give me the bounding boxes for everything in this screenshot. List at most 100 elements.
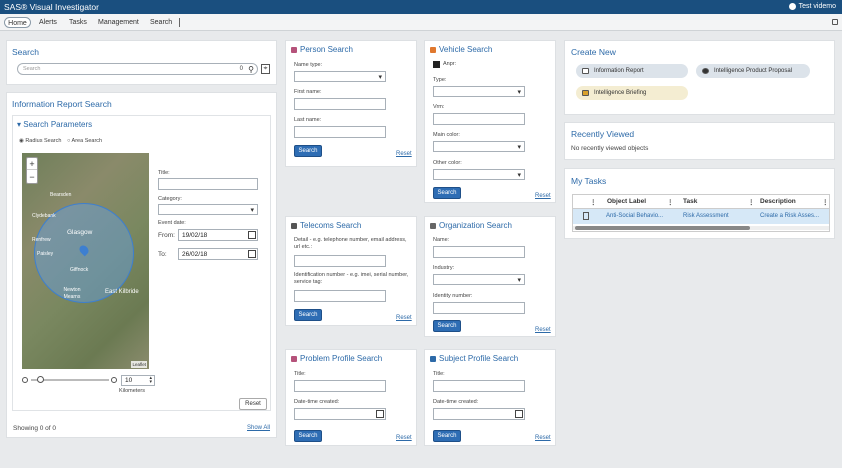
area-search-radio[interactable]: ○ Area Search xyxy=(67,138,102,145)
main-color-label: Main color: xyxy=(433,132,460,138)
search-parameters-label: Search Parameters xyxy=(23,120,93,129)
last-name-input[interactable] xyxy=(294,126,386,138)
kebab-icon[interactable]: ⋮ xyxy=(822,198,829,206)
kebab-icon[interactable]: ⋮ xyxy=(748,198,755,206)
org-name-input[interactable] xyxy=(433,246,525,258)
sp-date-input[interactable] xyxy=(433,408,525,420)
name-type-label: Name type: xyxy=(294,62,323,68)
report-search-panel: Information Report Search ▾ Search Param… xyxy=(6,92,277,438)
search-icon[interactable]: ⚲ xyxy=(248,65,254,74)
pp-reset-link[interactable]: Reset xyxy=(396,435,412,441)
person-reset-link[interactable]: Reset xyxy=(396,151,412,157)
slider-max-icon[interactable] xyxy=(111,377,117,383)
type-select[interactable] xyxy=(433,86,525,97)
row-description[interactable]: Create a Risk Asses... xyxy=(760,213,819,219)
nav-tasks[interactable]: Tasks xyxy=(69,17,87,28)
map-label: Glasgow xyxy=(67,229,93,236)
sp-date-label: Date-time created: xyxy=(433,399,479,405)
first-name-input[interactable] xyxy=(294,98,386,110)
zoom-in-button[interactable]: + xyxy=(27,158,37,170)
main-color-select[interactable] xyxy=(433,141,525,152)
row-object-label[interactable]: Anti-Social Behavio... xyxy=(606,213,663,219)
showing-count: Showing 0 of 0 xyxy=(13,425,57,432)
vrm-input[interactable] xyxy=(433,113,525,125)
search-parameters-toggle[interactable]: ▾ Search Parameters xyxy=(17,120,92,129)
pp-search-button[interactable]: Search xyxy=(294,430,322,442)
nav-home[interactable]: Home xyxy=(4,17,31,28)
vehicle-reset-link[interactable]: Reset xyxy=(535,193,551,199)
table-row[interactable]: Anti-Social Behavio... Risk Assessment C… xyxy=(573,209,829,224)
col-object-label[interactable]: Object Label xyxy=(607,198,646,205)
pp-date-input[interactable] xyxy=(294,408,386,420)
to-label: To: xyxy=(158,251,167,258)
industry-label: Industry: xyxy=(433,265,455,271)
reset-button[interactable]: Reset xyxy=(239,398,267,410)
sp-reset-link[interactable]: Reset xyxy=(535,435,551,441)
anpr-checkbox[interactable] xyxy=(433,61,440,68)
telecoms-search-button[interactable]: Search xyxy=(294,309,322,321)
pp-title-input[interactable] xyxy=(294,380,386,392)
kebab-icon[interactable]: ⋮ xyxy=(667,198,674,206)
slider-handle[interactable] xyxy=(37,376,44,383)
calendar-icon[interactable] xyxy=(248,231,256,239)
sp-title-label: Title: xyxy=(433,371,445,377)
radius-search-radio[interactable]: ◉ Radius Search xyxy=(19,138,61,145)
subject-profile-title: Subject Profile Search xyxy=(439,354,519,363)
kilometers-label: Kilometers xyxy=(119,388,145,394)
pp-date-label: Date-time created: xyxy=(294,399,340,405)
advanced-search-icon[interactable]: ⌖ xyxy=(261,64,270,74)
calendar-icon[interactable] xyxy=(515,410,523,418)
person-icon xyxy=(291,47,297,53)
slider-min-icon[interactable] xyxy=(22,377,28,383)
window-icon[interactable] xyxy=(832,19,838,25)
nav-divider xyxy=(179,18,180,27)
title-input[interactable] xyxy=(158,178,258,190)
radius-slider[interactable] xyxy=(31,376,109,383)
calendar-icon[interactable] xyxy=(376,410,384,418)
problem-profile-icon xyxy=(291,356,297,362)
nav-management[interactable]: Management xyxy=(98,17,139,28)
main-nav: Home Alerts Tasks Management Search xyxy=(0,14,842,31)
row-task[interactable]: Risk Assessment xyxy=(683,213,729,219)
kebab-icon[interactable]: ⋮ xyxy=(590,198,597,206)
nav-search[interactable]: Search xyxy=(150,17,172,28)
sp-title-input[interactable] xyxy=(433,380,525,392)
telecoms-reset-link[interactable]: Reset xyxy=(396,315,412,321)
zoom-out-button[interactable]: − xyxy=(27,171,37,183)
sp-search-button[interactable]: Search xyxy=(433,430,461,442)
create-information-report[interactable]: Information Report xyxy=(576,64,688,78)
my-tasks-title: My Tasks xyxy=(571,176,607,186)
user-menu[interactable]: Test videmo xyxy=(788,3,836,10)
vehicle-search-button[interactable]: Search xyxy=(433,187,461,199)
subject-profile-panel: Subject Profile Search Title: Date-time … xyxy=(424,349,556,446)
other-color-select[interactable] xyxy=(433,169,525,180)
identity-input[interactable] xyxy=(433,302,525,314)
search-input[interactable]: Search 0 ⚲ xyxy=(17,63,258,75)
stepper-arrows-icon[interactable]: ▴ ▾ xyxy=(149,376,152,385)
identification-input[interactable] xyxy=(294,290,386,302)
from-label: From: xyxy=(158,232,175,239)
detail-input[interactable] xyxy=(294,255,386,267)
show-all-link[interactable]: Show All xyxy=(247,425,270,431)
category-select[interactable] xyxy=(158,204,258,215)
col-task[interactable]: Task xyxy=(683,198,697,205)
scrollbar-thumb[interactable] xyxy=(575,226,750,230)
create-intelligence-briefing[interactable]: Intelligence Briefing xyxy=(576,86,688,100)
calendar-icon[interactable] xyxy=(248,250,256,258)
org-search-button[interactable]: Search xyxy=(433,320,461,332)
person-search-button[interactable]: Search xyxy=(294,145,322,157)
name-type-select[interactable] xyxy=(294,71,386,82)
from-date-value: 19/02/18 xyxy=(182,232,208,239)
map-attribution[interactable]: Leaflet xyxy=(131,361,147,368)
from-date-input[interactable]: 19/02/18 xyxy=(178,229,258,241)
create-intelligence-proposal[interactable]: Intelligence Product Proposal xyxy=(696,64,810,78)
col-description[interactable]: Description xyxy=(760,198,796,205)
radius-stepper[interactable]: 10 ▴ ▾ xyxy=(121,375,155,386)
to-date-input[interactable]: 26/02/18 xyxy=(178,248,258,260)
nav-alerts[interactable]: Alerts xyxy=(39,17,57,28)
horizontal-scrollbar[interactable] xyxy=(573,226,829,230)
industry-select[interactable] xyxy=(433,274,525,285)
org-reset-link[interactable]: Reset xyxy=(535,327,551,333)
map[interactable]: Glasgow Bearsden Paisley Renfrew Giffnoc… xyxy=(22,153,149,369)
event-date-label: Event date: xyxy=(158,220,186,226)
